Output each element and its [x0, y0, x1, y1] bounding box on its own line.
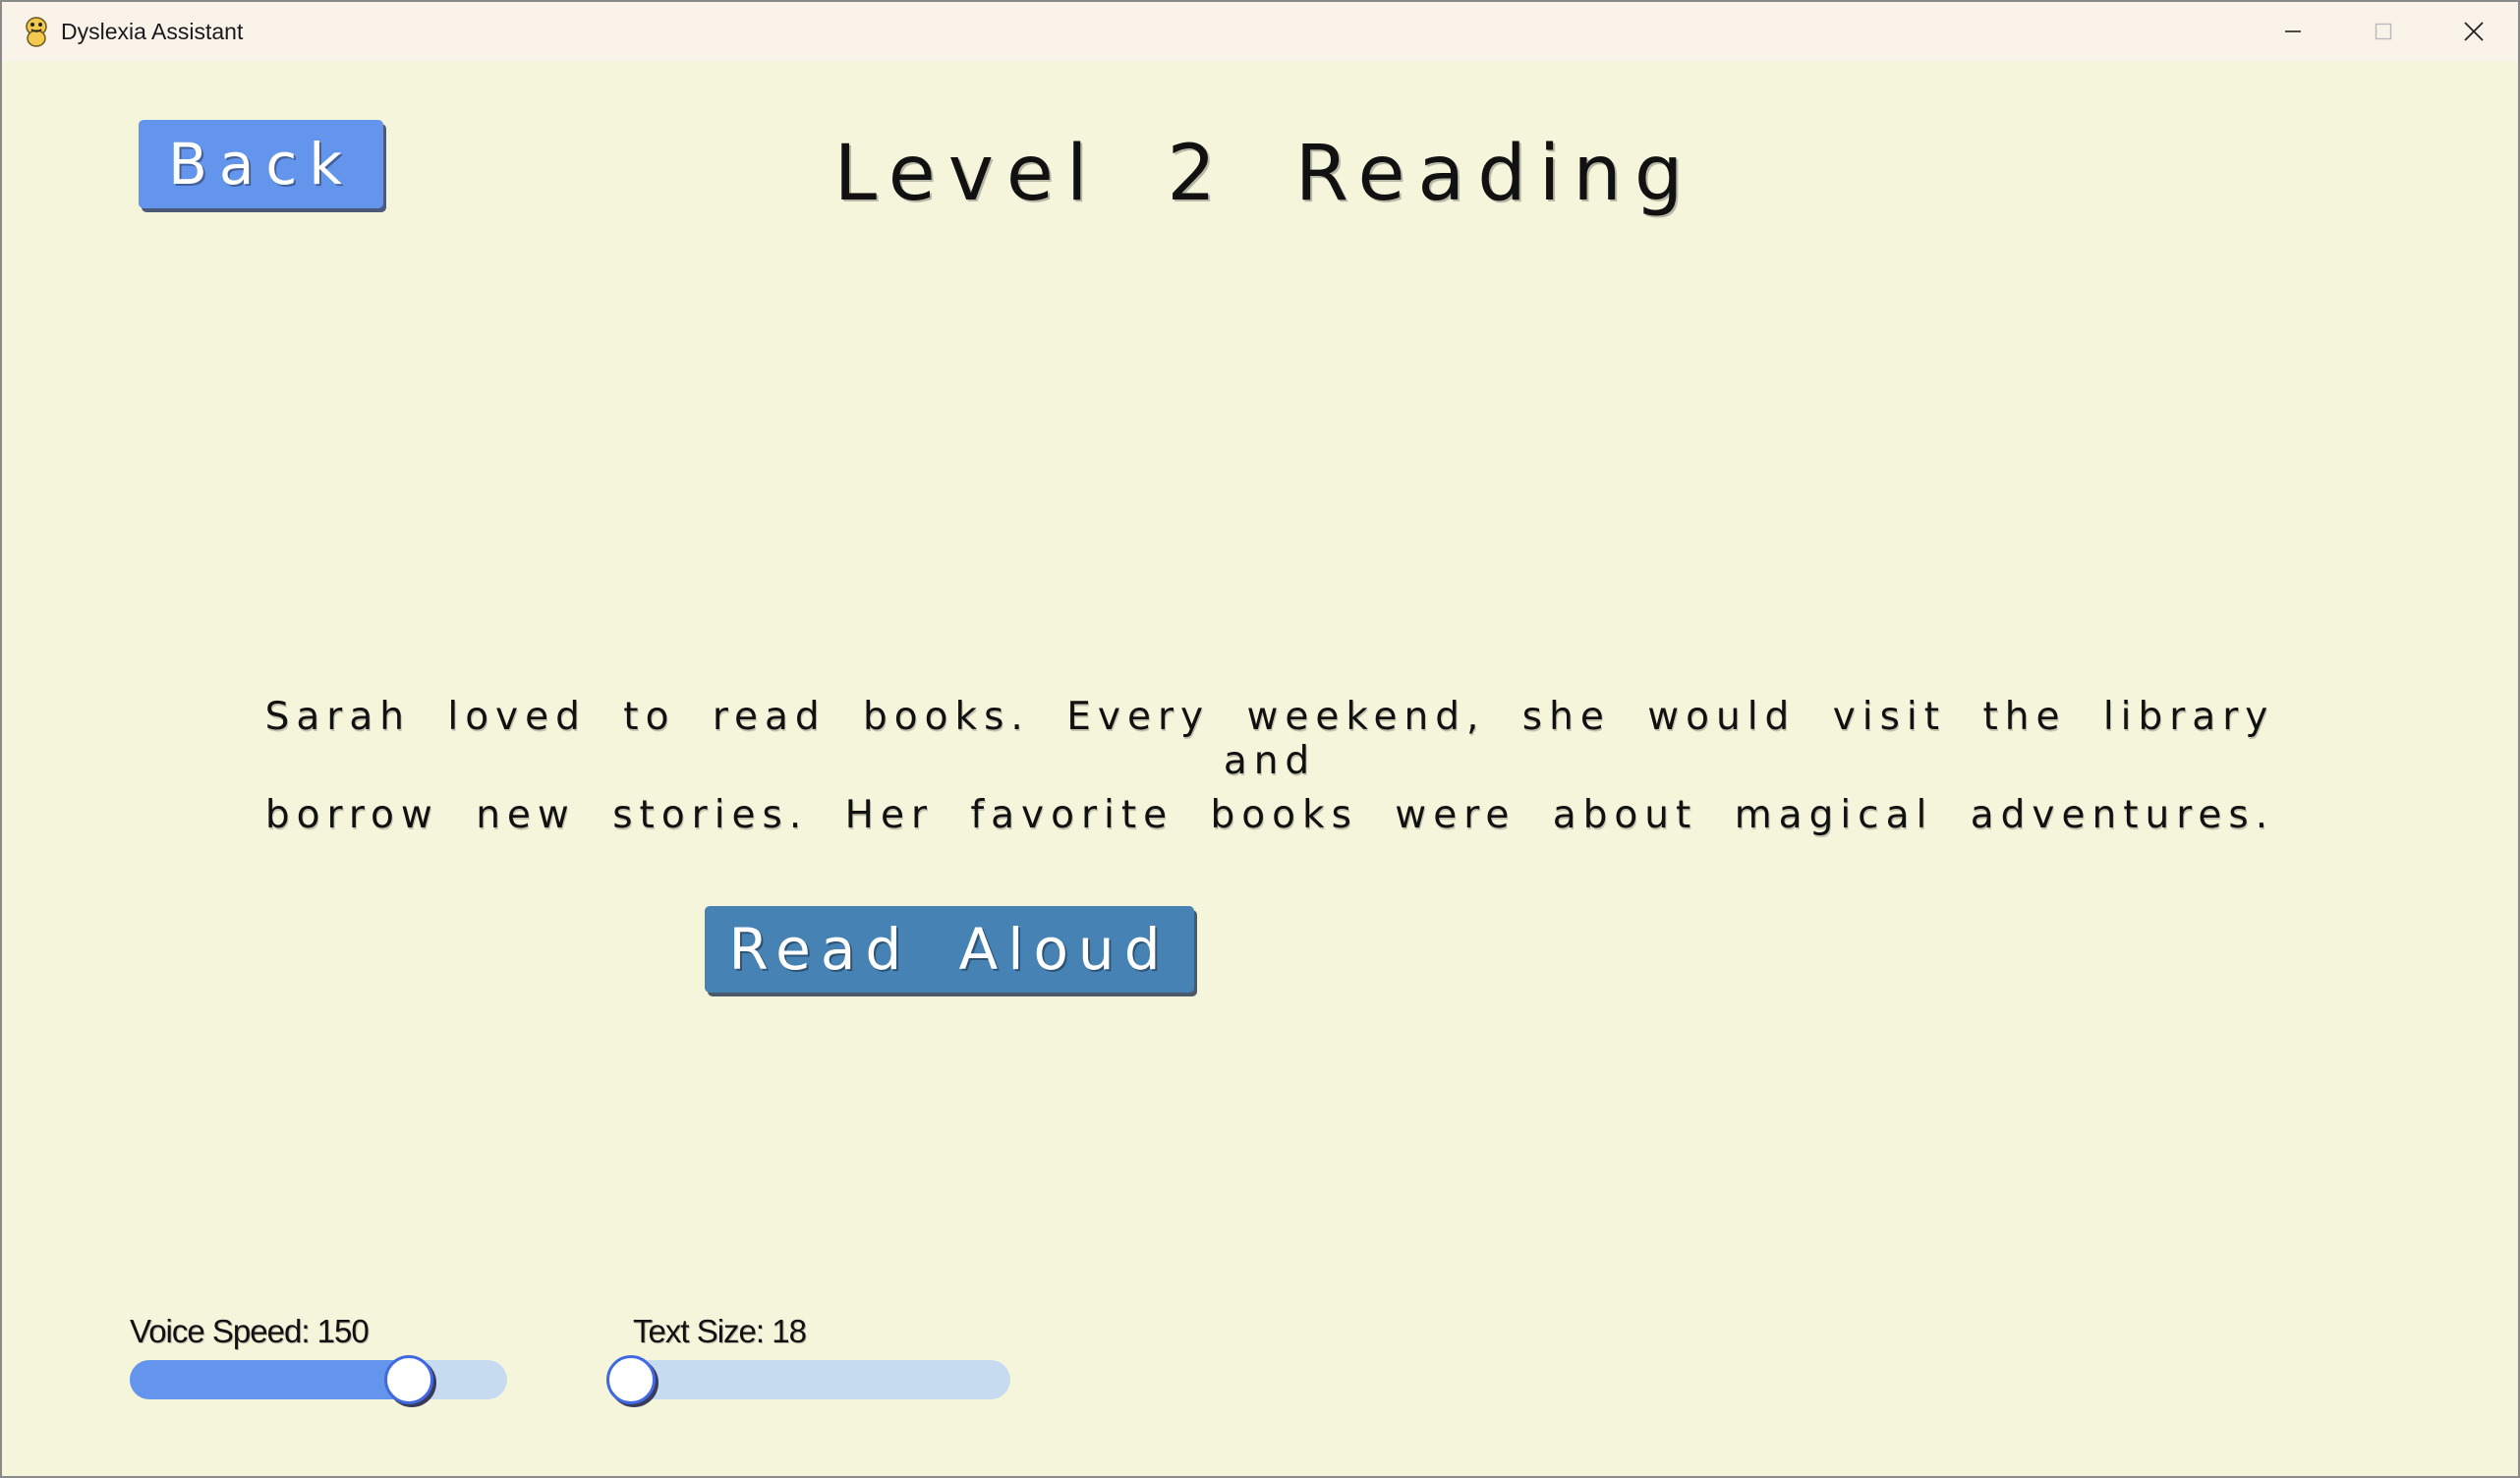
maximize-icon	[2375, 23, 2392, 40]
voice-speed-label: Voice Speed: 150	[130, 1313, 370, 1349]
python-snake-icon	[26, 17, 47, 47]
text-size-handle[interactable]	[606, 1355, 656, 1404]
window-title: Dyslexia Assistant	[61, 19, 244, 44]
close-button[interactable]	[2430, 2, 2518, 61]
title-bar: Dyslexia Assistant	[2, 2, 2518, 61]
text-size-label: Text Size: 18	[633, 1313, 807, 1349]
reading-screen: Back Level 2 Reading Sarah loved to read…	[2, 61, 2518, 1476]
close-icon	[2464, 22, 2484, 41]
minimize-icon	[2285, 30, 2301, 32]
maximize-button[interactable]	[2339, 2, 2428, 61]
voice-speed-slider[interactable]	[130, 1355, 507, 1404]
app-window: Dyslexia Assistant Back Level 2 Reading …	[0, 0, 2520, 1478]
passage-line: borrow new stories. Her favorite books w…	[264, 793, 2275, 837]
read-aloud-button[interactable]: Read Aloud	[705, 906, 1194, 993]
voice-speed-handle[interactable]	[384, 1355, 434, 1404]
text-size-slider[interactable]	[606, 1355, 1010, 1404]
page-title: Level 2 Reading	[833, 130, 1696, 218]
minimize-button[interactable]	[2249, 2, 2337, 61]
passage-line: Sarah loved to read books. Every weekend…	[264, 695, 2275, 783]
voice-speed-fill	[130, 1360, 410, 1399]
